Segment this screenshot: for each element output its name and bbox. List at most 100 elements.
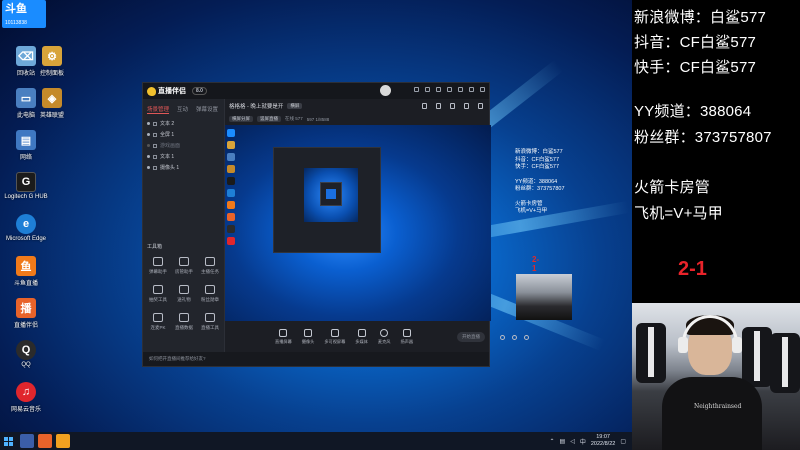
netease-music-icon: ♫ xyxy=(16,382,36,402)
volume-icon[interactable]: ◁ xyxy=(570,438,575,445)
game-icon: ◈ xyxy=(42,88,62,108)
desktop-icon-qq[interactable]: Q QQ xyxy=(0,340,52,368)
record-icon[interactable] xyxy=(436,103,441,109)
maximize-icon[interactable] xyxy=(469,87,474,92)
scene-item[interactable]: 摄像头 1 xyxy=(143,162,224,173)
tab-interact[interactable]: 互动 xyxy=(177,105,188,114)
scene-item[interactable]: 文本 2 xyxy=(143,118,224,129)
lock-icon[interactable] xyxy=(153,132,157,137)
desktop-icon-lol[interactable]: ◈ 英雄联盟 xyxy=(26,88,78,119)
lock-icon[interactable] xyxy=(153,165,157,170)
taskbar-app-douyu[interactable] xyxy=(56,434,70,448)
visibility-icon[interactable] xyxy=(147,122,150,125)
lock-icon[interactable] xyxy=(153,143,157,148)
notification-icon[interactable]: ▢ xyxy=(620,438,626,445)
visibility-icon[interactable] xyxy=(147,133,150,136)
visibility-icon[interactable] xyxy=(147,144,150,147)
control-screen[interactable]: 直播屏幕 xyxy=(275,329,292,345)
desktop-icon-network[interactable]: ▤ 网络 xyxy=(0,130,52,161)
system-tray: ⌃ ▤ ◁ 中 19:07 2022/8/22 ▢ xyxy=(550,432,626,450)
orientation-pill[interactable]: 横屏 xyxy=(287,103,303,109)
extra-controls xyxy=(500,335,529,340)
douyu-icon: 鱼 xyxy=(16,256,36,276)
desktop-icon-live-companion[interactable]: 播 直播伴侣 xyxy=(0,298,52,329)
gaming-chair xyxy=(636,323,666,383)
control-media[interactable]: 多媒体 xyxy=(355,329,368,345)
taskbar-app-explorer[interactable] xyxy=(20,434,34,448)
settings-icon[interactable] xyxy=(414,87,419,92)
tray-chevron-icon[interactable]: ⌃ xyxy=(550,438,555,445)
gift-icon[interactable] xyxy=(464,103,469,109)
headset-ear-right xyxy=(732,337,742,353)
tool-item[interactable]: 抽奖工具 xyxy=(145,285,171,303)
tool-item[interactable]: 连麦PK xyxy=(145,313,171,331)
live-companion-icon: 播 xyxy=(16,298,36,318)
minimize-icon[interactable] xyxy=(458,87,463,92)
tab-scene[interactable]: 场景管理 xyxy=(147,105,170,114)
visibility-icon[interactable] xyxy=(147,166,150,169)
footer-tip[interactable]: 如何把开直播间推荐给好友? xyxy=(149,356,206,362)
nested-preview-2 xyxy=(326,189,336,199)
shirt-text: Neighthrainsed xyxy=(694,403,742,410)
share-icon[interactable] xyxy=(422,103,427,109)
desktop-icon-douyu[interactable]: 鱼 斗鱼直播 xyxy=(0,256,52,287)
desktop: 斗鱼 10113838 ⌫ 回收站 ▭ 此电脑 ▤ 网络 G Logitech … xyxy=(0,0,632,432)
nested-preview xyxy=(304,168,358,222)
tool-item[interactable]: 直播数据 xyxy=(171,313,197,331)
tab-danmaku[interactable]: 弹幕设置 xyxy=(196,105,218,114)
more-icon[interactable] xyxy=(478,103,483,109)
user-avatar[interactable] xyxy=(380,85,391,96)
tool-icon xyxy=(179,285,189,294)
tool-item[interactable]: 直播工具 xyxy=(197,313,223,331)
timer-icon[interactable] xyxy=(512,335,517,340)
scene-item[interactable]: 全屏 1 xyxy=(143,129,224,140)
taskbar-app-live[interactable] xyxy=(38,434,52,448)
input-method[interactable]: 中 xyxy=(580,437,586,446)
media-icon xyxy=(357,329,366,337)
control-mic[interactable]: 麦克风 xyxy=(378,329,390,345)
control-multi-screen[interactable]: 多可视屏幕 xyxy=(324,329,345,345)
clock[interactable]: 19:07 2022/8/22 xyxy=(591,434,615,448)
tool-item[interactable]: 送礼物 xyxy=(171,285,197,303)
close-icon[interactable] xyxy=(480,87,485,92)
tool-item[interactable]: 弹幕助手 xyxy=(145,257,171,275)
nested-app-window-2 xyxy=(320,182,342,206)
desktop-icon-ghub[interactable]: G Logitech G HUB xyxy=(0,172,52,200)
qq-icon: Q xyxy=(16,340,36,360)
tool-item[interactable]: 主播任务 xyxy=(197,257,223,275)
tool-item[interactable]: 房管助手 xyxy=(171,257,197,275)
record-circle-icon[interactable] xyxy=(500,335,505,340)
tool-icon xyxy=(153,285,163,294)
overlay-yy: YY频道：388064 xyxy=(634,103,752,120)
scene-item[interactable]: 游戏画面 xyxy=(143,140,224,151)
desktop-icon-control-panel[interactable]: ⚙ 控制面板 xyxy=(26,46,78,77)
overlay-weibo: 新浪微博：白鲨577 xyxy=(634,9,767,26)
overlay-fan-group: 粉丝群：373757807 xyxy=(634,129,772,146)
control-speaker[interactable]: 扬声器 xyxy=(400,329,413,345)
camera-icon xyxy=(304,329,313,337)
start-live-button[interactable]: 开始直播 xyxy=(457,332,485,342)
visibility-icon[interactable] xyxy=(147,155,150,158)
message-icon[interactable] xyxy=(425,87,430,92)
network-tray-icon[interactable]: ▤ xyxy=(560,438,566,445)
layout-chip[interactable]: 竖屏直播 xyxy=(257,116,281,122)
delete-icon[interactable] xyxy=(450,103,455,109)
main-header: 格格格 - 晚上就要是开 横屏 xyxy=(225,99,489,113)
stream-preview[interactable] xyxy=(225,125,491,321)
menu-icon[interactable] xyxy=(436,87,441,92)
desktop-icon-netease-music[interactable]: ♫ 网易云音乐 xyxy=(0,382,52,413)
room-title[interactable]: 格格格 - 晚上就要是开 xyxy=(229,102,283,110)
start-button[interactable] xyxy=(0,432,16,450)
tool-item[interactable]: 粉丝勋章 xyxy=(197,285,223,303)
desktop-icon-edge[interactable]: e Microsoft Edge xyxy=(0,214,52,242)
settings-gear-icon[interactable] xyxy=(524,335,529,340)
scene-item[interactable]: 文本 1 xyxy=(143,151,224,162)
tool-icon xyxy=(153,313,163,322)
lock-icon[interactable] xyxy=(153,154,157,159)
control-camera[interactable]: 摄像头 xyxy=(302,329,314,345)
layout-chip[interactable]: 横屏分屏 xyxy=(229,116,253,122)
skin-icon[interactable] xyxy=(447,87,452,92)
preview-overlay-text: 新浪微博：白鲨577 抖音：CF白鲨577 快手：CF白鲨577 YY频道：38… xyxy=(515,149,565,214)
lock-icon[interactable] xyxy=(153,121,157,126)
stream-stat: 597 1/8588 xyxy=(306,116,330,122)
